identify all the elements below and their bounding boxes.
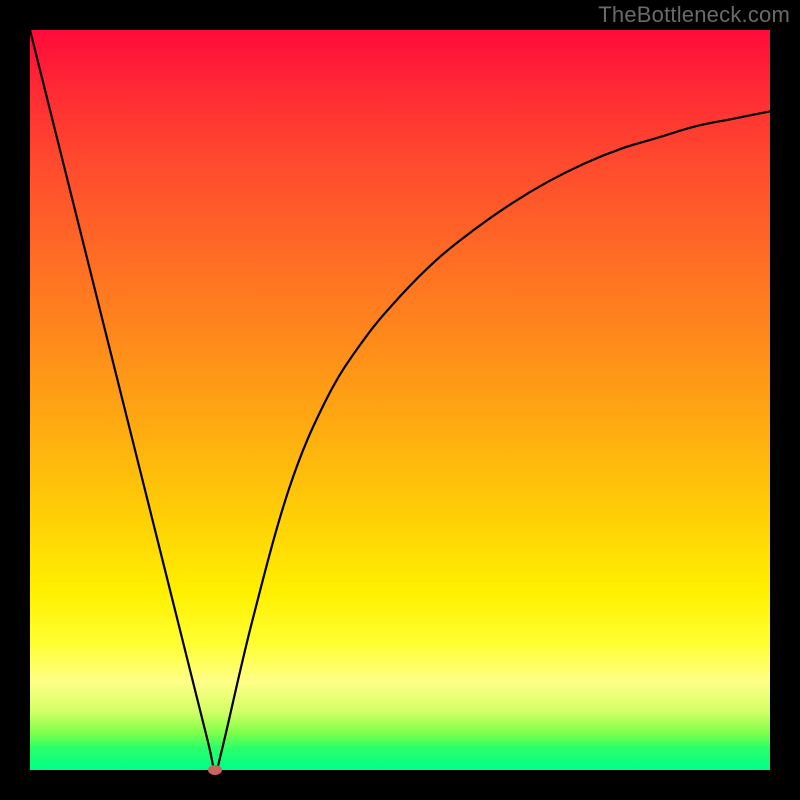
chart-frame: TheBottleneck.com — [0, 0, 800, 800]
watermark-text: TheBottleneck.com — [598, 2, 790, 28]
bottleneck-curve — [30, 30, 770, 770]
min-marker-dot — [208, 765, 222, 775]
